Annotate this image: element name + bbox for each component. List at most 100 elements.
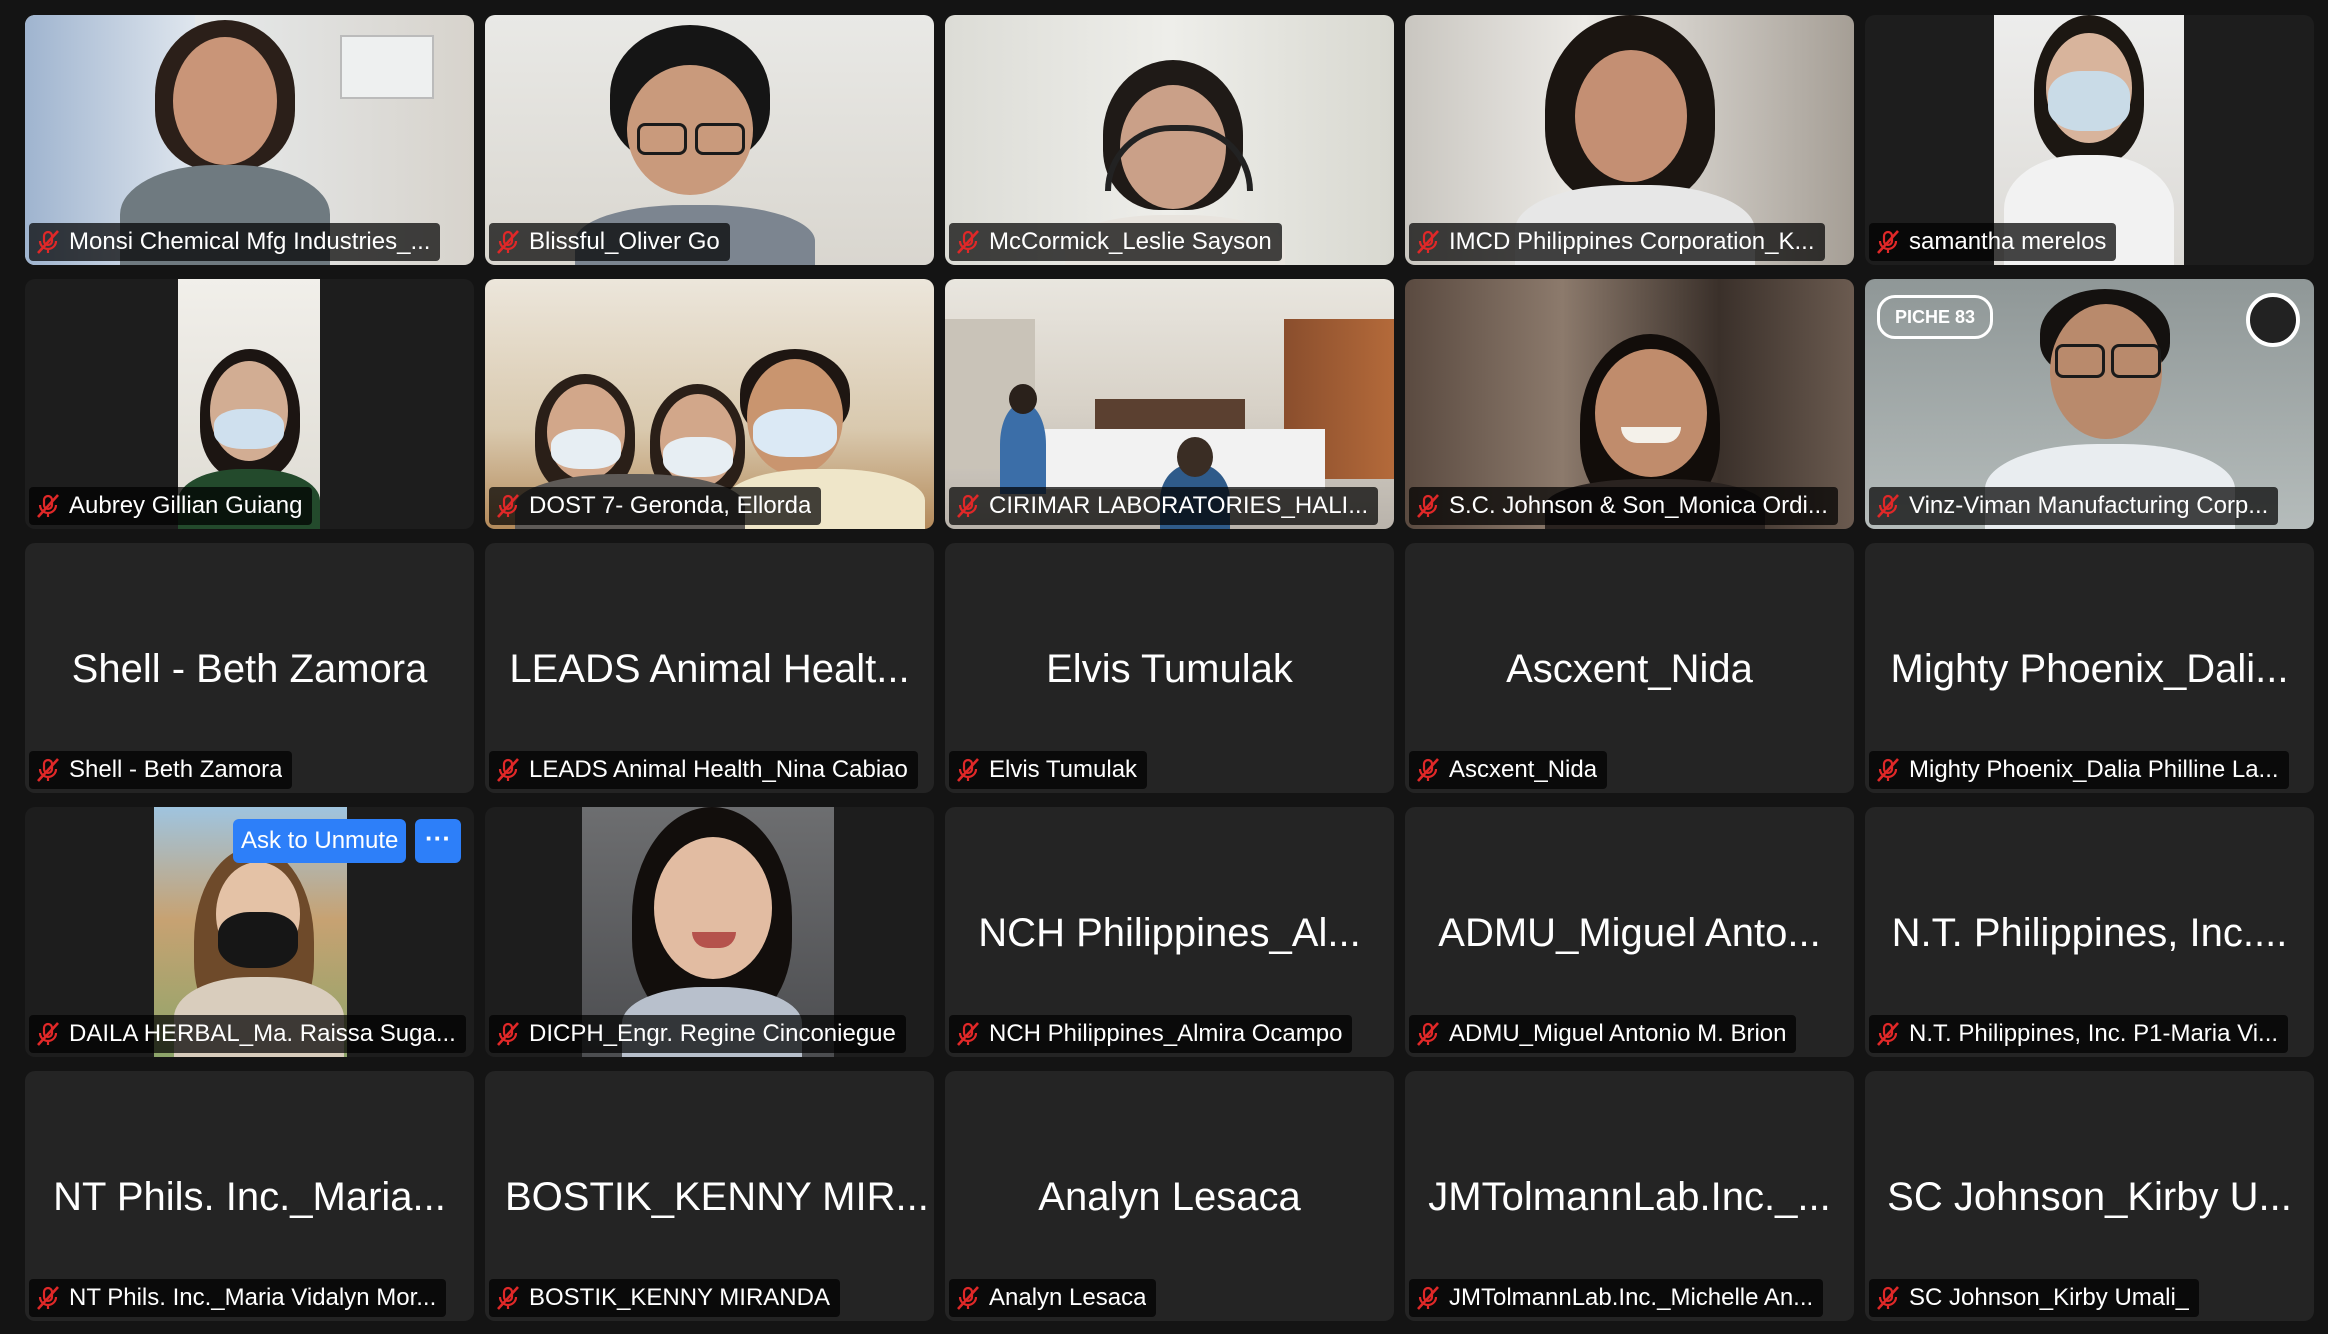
participant-name-bar: NCH Philippines_Almira Ocampo bbox=[949, 1015, 1353, 1053]
participant-tile[interactable]: Ask to Unmute ··· DAILA HERBAL_Ma. Raiss… bbox=[25, 807, 474, 1057]
participant-name: Elvis Tumulak bbox=[989, 756, 1138, 783]
seal-icon bbox=[2246, 293, 2300, 347]
participant-tile[interactable]: JMTolmannLab.Inc._... JMTolmannLab.Inc._… bbox=[1405, 1071, 1854, 1321]
more-options-button[interactable]: ··· bbox=[415, 819, 461, 863]
microphone-muted-icon bbox=[1875, 1285, 1901, 1311]
microphone-muted-icon bbox=[1415, 493, 1441, 519]
participant-tile[interactable]: McCormick_Leslie Sayson bbox=[945, 15, 1394, 265]
microphone-muted-icon bbox=[35, 1021, 61, 1047]
participant-name-bar: DAILA HERBAL_Ma. Raissa Suga... bbox=[29, 1015, 466, 1053]
microphone-muted-icon bbox=[955, 757, 981, 783]
microphone-muted-icon bbox=[1875, 493, 1901, 519]
participant-name: DAILA HERBAL_Ma. Raissa Suga... bbox=[69, 1020, 456, 1047]
participant-name-bar: NT Phils. Inc._Maria Vidalyn Mor... bbox=[29, 1279, 447, 1317]
microphone-muted-icon bbox=[1875, 1021, 1901, 1047]
participant-name-bar: Elvis Tumulak bbox=[949, 751, 1148, 789]
participant-name-bar: Mighty Phoenix_Dalia Philline La... bbox=[1869, 751, 2289, 789]
microphone-muted-icon bbox=[955, 1285, 981, 1311]
participant-name: ADMU_Miguel Antonio M. Brion bbox=[1449, 1020, 1787, 1047]
participant-display-name: Shell - Beth Zamora bbox=[71, 647, 428, 691]
participant-name-bar: S.C. Johnson & Son_Monica Ordi... bbox=[1409, 487, 1838, 525]
participant-tile[interactable]: samantha merelos bbox=[1865, 15, 2314, 265]
participant-display-name: Analyn Lesaca bbox=[1038, 1175, 1301, 1219]
participant-tile[interactable]: Shell - Beth Zamora Shell - Beth Zamora bbox=[25, 543, 474, 793]
participant-tile[interactable]: SC Johnson_Kirby U... SC Johnson_Kirby U… bbox=[1865, 1071, 2314, 1321]
microphone-muted-icon bbox=[495, 1021, 521, 1047]
participant-name: Analyn Lesaca bbox=[989, 1284, 1147, 1311]
participant-name: DOST 7- Geronda, Ellorda bbox=[529, 492, 812, 519]
microphone-muted-icon bbox=[35, 757, 61, 783]
participant-name-bar: Aubrey Gillian Guiang bbox=[29, 487, 313, 525]
participant-name-bar: SC Johnson_Kirby Umali_ bbox=[1869, 1279, 2200, 1317]
microphone-muted-icon bbox=[955, 1021, 981, 1047]
participant-tile[interactable]: S.C. Johnson & Son_Monica Ordi... bbox=[1405, 279, 1854, 529]
participant-name: IMCD Philippines Corporation_K... bbox=[1449, 228, 1815, 255]
participant-tile[interactable]: IMCD Philippines Corporation_K... bbox=[1405, 15, 1854, 265]
participant-display-name: LEADS Animal Healt... bbox=[509, 647, 910, 691]
microphone-muted-icon bbox=[1415, 1021, 1441, 1047]
participant-name: Blissful_Oliver Go bbox=[529, 228, 720, 255]
participant-tile[interactable]: NT Phils. Inc._Maria... NT Phils. Inc._M… bbox=[25, 1071, 474, 1321]
participant-display-name: SC Johnson_Kirby U... bbox=[1887, 1175, 2292, 1219]
participant-name: Mighty Phoenix_Dalia Philline La... bbox=[1909, 756, 2279, 783]
participant-tile[interactable]: Blissful_Oliver Go bbox=[485, 15, 934, 265]
participant-tile[interactable]: Mighty Phoenix_Dali... Mighty Phoenix_Da… bbox=[1865, 543, 2314, 793]
participant-name-bar: BOSTIK_KENNY MIRANDA bbox=[489, 1279, 840, 1317]
participant-tile[interactable]: N.T. Philippines, Inc.... N.T. Philippin… bbox=[1865, 807, 2314, 1057]
ask-to-unmute-button[interactable]: Ask to Unmute bbox=[233, 819, 407, 863]
participant-tile[interactable]: DICPH_Engr. Regine Cinconiegue bbox=[485, 807, 934, 1057]
participant-tile[interactable]: PICHE 83 Vinz-Viman Manufacturing Corp..… bbox=[1865, 279, 2314, 529]
participant-name-bar: DOST 7- Geronda, Ellorda bbox=[489, 487, 822, 525]
participant-name: N.T. Philippines, Inc. P1-Maria Vi... bbox=[1909, 1020, 2279, 1047]
participant-tile[interactable]: DOST 7- Geronda, Ellorda bbox=[485, 279, 934, 529]
microphone-muted-icon bbox=[35, 229, 61, 255]
participant-display-name: BOSTIK_KENNY MIR... bbox=[505, 1175, 929, 1219]
microphone-muted-icon bbox=[1415, 229, 1441, 255]
microphone-muted-icon bbox=[955, 229, 981, 255]
participant-tile[interactable]: Monsi Chemical Mfg Industries_... bbox=[25, 15, 474, 265]
participant-name-bar: Blissful_Oliver Go bbox=[489, 223, 730, 261]
participant-name: Vinz-Viman Manufacturing Corp... bbox=[1909, 492, 2269, 519]
participant-name: Shell - Beth Zamora bbox=[69, 756, 283, 783]
participant-name: CIRIMAR LABORATORIES_HALI... bbox=[989, 492, 1369, 519]
participant-name-bar: Shell - Beth Zamora bbox=[29, 751, 293, 789]
microphone-muted-icon bbox=[1415, 1285, 1441, 1311]
microphone-muted-icon bbox=[495, 493, 521, 519]
participant-tile[interactable]: LEADS Animal Healt... LEADS Animal Healt… bbox=[485, 543, 934, 793]
participant-display-name: Ascxent_Nida bbox=[1506, 647, 1753, 691]
participant-display-name: Mighty Phoenix_Dali... bbox=[1890, 647, 2289, 691]
participant-name: S.C. Johnson & Son_Monica Ordi... bbox=[1449, 492, 1828, 519]
microphone-muted-icon bbox=[35, 493, 61, 519]
participant-tile[interactable]: Aubrey Gillian Guiang bbox=[25, 279, 474, 529]
participant-name: SC Johnson_Kirby Umali_ bbox=[1909, 1284, 2190, 1311]
participant-name-bar: ADMU_Miguel Antonio M. Brion bbox=[1409, 1015, 1797, 1053]
microphone-muted-icon bbox=[1875, 757, 1901, 783]
participant-tile[interactable]: NCH Philippines_Al... NCH Philippines_Al… bbox=[945, 807, 1394, 1057]
participant-tile[interactable]: ADMU_Miguel Anto... ADMU_Miguel Antonio … bbox=[1405, 807, 1854, 1057]
participant-name-bar: DICPH_Engr. Regine Cinconiegue bbox=[489, 1015, 906, 1053]
participant-tile[interactable]: CIRIMAR LABORATORIES_HALI... bbox=[945, 279, 1394, 529]
participant-name-bar: Ascxent_Nida bbox=[1409, 751, 1608, 789]
microphone-muted-icon bbox=[495, 757, 521, 783]
participant-tile[interactable]: Ascxent_Nida Ascxent_Nida bbox=[1405, 543, 1854, 793]
participant-name: NT Phils. Inc._Maria Vidalyn Mor... bbox=[69, 1284, 437, 1311]
participant-name: Ascxent_Nida bbox=[1449, 756, 1598, 783]
microphone-muted-icon bbox=[35, 1285, 61, 1311]
participant-name-bar: Monsi Chemical Mfg Industries_... bbox=[29, 223, 441, 261]
microphone-muted-icon bbox=[1415, 757, 1441, 783]
participant-name-bar: samantha merelos bbox=[1869, 223, 2117, 261]
microphone-muted-icon bbox=[955, 493, 981, 519]
participant-name-bar: JMTolmannLab.Inc._Michelle An... bbox=[1409, 1279, 1824, 1317]
participant-name: LEADS Animal Health_Nina Cabiao bbox=[529, 756, 908, 783]
participant-name: McCormick_Leslie Sayson bbox=[989, 228, 1272, 255]
participant-name: NCH Philippines_Almira Ocampo bbox=[989, 1020, 1343, 1047]
participant-tile[interactable]: BOSTIK_KENNY MIR... BOSTIK_KENNY MIRANDA bbox=[485, 1071, 934, 1321]
participant-tile[interactable]: Elvis Tumulak Elvis Tumulak bbox=[945, 543, 1394, 793]
participant-tile[interactable]: Analyn Lesaca Analyn Lesaca bbox=[945, 1071, 1394, 1321]
participant-name: Aubrey Gillian Guiang bbox=[69, 492, 303, 519]
participant-grid: Monsi Chemical Mfg Industries_... Blissf… bbox=[25, 15, 2314, 1321]
participant-display-name: N.T. Philippines, Inc.... bbox=[1891, 911, 2288, 955]
participant-display-name: Elvis Tumulak bbox=[1046, 647, 1293, 691]
company-logo: PICHE 83 bbox=[1877, 295, 1993, 339]
participant-name-bar: Analyn Lesaca bbox=[949, 1279, 1157, 1317]
